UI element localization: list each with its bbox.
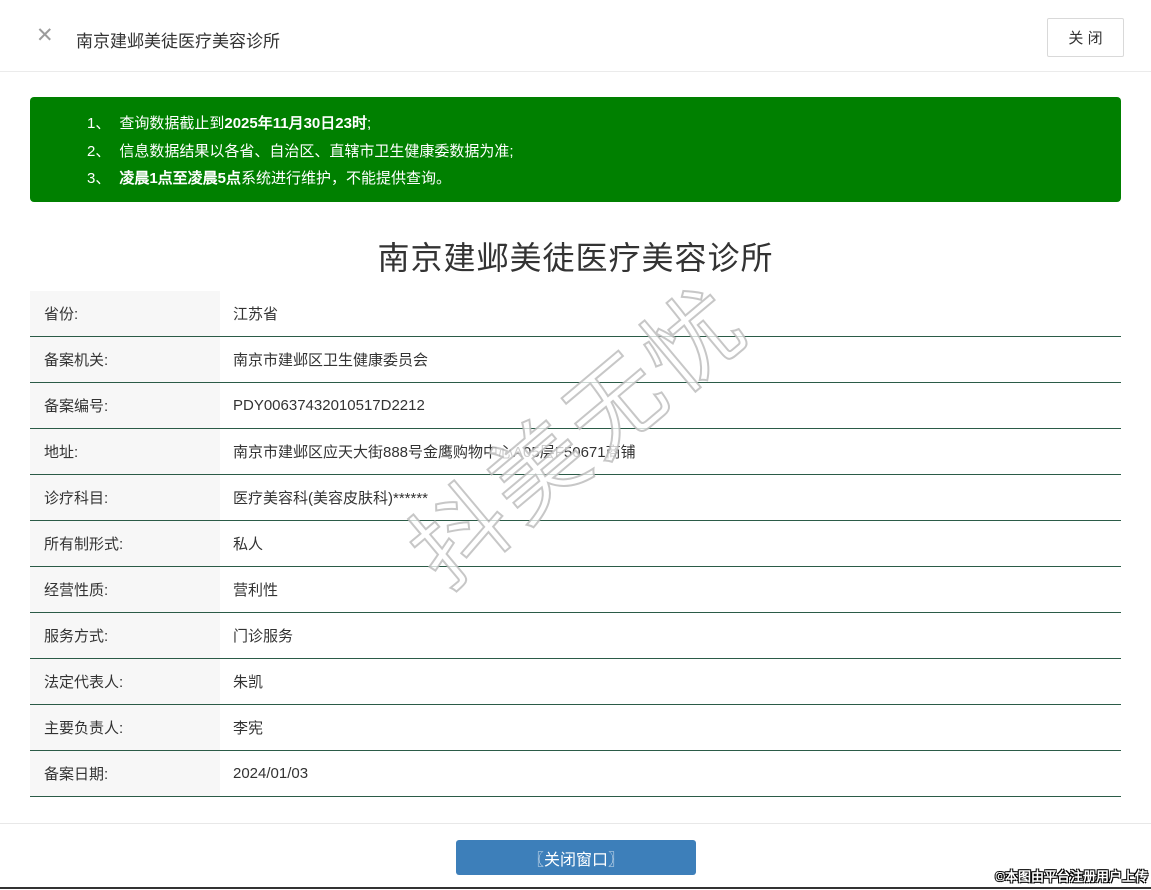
field-label: 省份:: [30, 291, 220, 336]
table-row-province: 省份: 江苏省: [30, 291, 1121, 337]
field-value: 李宪: [233, 720, 264, 737]
field-value: 营利性: [233, 582, 279, 599]
notice-text: 查询数据截止到: [119, 115, 225, 132]
header-title: 南京建邺美徒医疗美容诊所: [76, 32, 280, 51]
field-label: 所有制形式:: [30, 521, 220, 566]
notice-line-number: 2、: [87, 142, 111, 160]
field-value: 2024/01/03: [233, 765, 309, 782]
notice-line-number: 1、: [87, 115, 111, 132]
header-bar: ✕ 南京建邺美徒医疗美容诊所 关 闭: [0, 0, 1151, 72]
field-value: 医疗美容科(美容皮肤科)******: [233, 490, 429, 507]
table-row-filing-authority: 备案机关: 南京市建邺区卫生健康委员会: [30, 337, 1121, 383]
page-title: 南京建邺美徒医疗美容诊所: [377, 240, 774, 276]
field-label: 法定代表人:: [30, 659, 220, 704]
field-value: 朱凯: [233, 674, 264, 691]
copyright-watermark: ©本图由平台注册用户上传: [995, 869, 1148, 884]
table-row-main-person-in-charge: 主要负责人: 李宪: [30, 705, 1121, 751]
notice-box: 1、 查询数据截止到2025年11月30日23时; 2、 信息数据结果以各省、自治区…: [30, 97, 1121, 202]
field-label: 主要负责人:: [30, 705, 220, 750]
field-label: 备案日期:: [30, 751, 220, 796]
notice-line-3: 3、 凌晨1点至凌晨5点系统进行维护，不能提供查询。: [87, 165, 1101, 193]
table-row-ownership-form: 所有制形式: 私人: [30, 521, 1121, 567]
notice-text: 系统进行维护，不能提供查询。: [241, 170, 452, 187]
notice-line-2: 2、 信息数据结果以各省、自治区、直辖市卫生健康委数据为准;: [87, 138, 1101, 166]
table-row-legal-representative: 法定代表人: 朱凯: [30, 659, 1121, 705]
bottom-edge-line: [0, 887, 1151, 889]
field-value: PDY00637432010517D2212: [233, 397, 425, 414]
notice-text-bold: 凌晨1点至凌晨5点: [119, 170, 242, 187]
footer-divider: [0, 823, 1151, 824]
field-label: 备案编号:: [30, 383, 220, 428]
table-row-business-nature: 经营性质: 营利性: [30, 567, 1121, 613]
field-label: 地址:: [30, 429, 220, 474]
detail-table: 省份: 江苏省 备案机关: 南京市建邺区卫生健康委员会 备案编号: PDY006…: [30, 291, 1121, 797]
field-label: 经营性质:: [30, 567, 220, 612]
table-row-filing-date: 备案日期: 2024/01/03: [30, 751, 1121, 797]
field-value: 南京市建邺区应天大街888号金鹰购物中心A05层F50671商铺: [233, 444, 636, 461]
field-label: 服务方式:: [30, 613, 220, 658]
notice-text: 信息数据结果以各省、自治区、直辖市卫生健康委数据为准;: [119, 142, 514, 160]
close-window-button[interactable]: 〖关闭窗口〗: [456, 840, 696, 875]
notice-text: ;: [366, 115, 372, 132]
table-row-address: 地址: 南京市建邺区应天大街888号金鹰购物中心A05层F50671商铺: [30, 429, 1121, 475]
field-label: 诊疗科目:: [30, 475, 220, 520]
notice-line-number: 3、: [87, 170, 111, 187]
close-button[interactable]: 关 闭: [1047, 18, 1124, 57]
field-value: 南京市建邺区卫生健康委员会: [233, 352, 429, 369]
field-value: 门诊服务: [233, 628, 294, 645]
notice-text-bold: 2025年11月30日23时: [224, 115, 367, 132]
notice-line-1: 1、 查询数据截止到2025年11月30日23时;: [87, 110, 1101, 138]
field-value: 江苏省: [233, 306, 279, 323]
table-row-treatment-subjects: 诊疗科目: 医疗美容科(美容皮肤科)******: [30, 475, 1121, 521]
field-label: 备案机关:: [30, 337, 220, 382]
table-row-filing-number: 备案编号: PDY00637432010517D2212: [30, 383, 1121, 429]
table-row-service-mode: 服务方式: 门诊服务: [30, 613, 1121, 659]
close-icon[interactable]: ✕: [36, 25, 54, 46]
field-value: 私人: [233, 536, 264, 553]
